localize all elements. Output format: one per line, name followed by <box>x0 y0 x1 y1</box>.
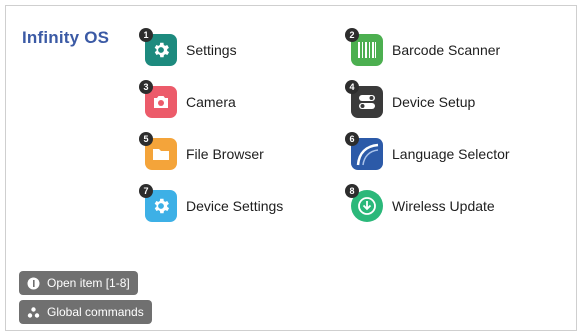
item-number-badge: 7 <box>139 184 153 198</box>
item-number-badge: 3 <box>139 80 153 94</box>
app-label: Wireless Update <box>392 198 495 214</box>
number-circle-icon <box>27 277 40 290</box>
brand-title: Infinity OS <box>22 28 110 47</box>
barcode-icon: 2 <box>345 28 383 66</box>
folder-icon: 5 <box>139 132 177 170</box>
app-item-file-browser[interactable]: 5 File Browser <box>137 132 343 176</box>
app-item-wireless-update[interactable]: 8 Wireless Update <box>343 184 549 228</box>
dots-cluster-icon <box>27 306 40 319</box>
app-label: Device Settings <box>186 198 284 214</box>
app-item-camera[interactable]: 3 Camera <box>137 80 343 124</box>
app-item-language-selector[interactable]: 6 Language Selector <box>343 132 549 176</box>
app-label: File Browser <box>186 146 264 162</box>
app-item-settings[interactable]: 1 Settings <box>137 28 343 72</box>
app-label: Language Selector <box>392 146 510 162</box>
item-number-badge: 1 <box>139 28 153 42</box>
app-label: Settings <box>186 42 237 58</box>
item-number-badge: 6 <box>345 132 359 146</box>
globe-arc-icon: 6 <box>345 132 383 170</box>
toggle-switch-icon: 4 <box>345 80 383 118</box>
app-item-device-setup[interactable]: 4 Device Setup <box>343 80 549 124</box>
open-item-label: Open item [1-8] <box>47 276 130 290</box>
camera-icon: 3 <box>139 80 177 118</box>
gear-icon: 7 <box>139 184 177 222</box>
item-number-badge: 2 <box>345 28 359 42</box>
item-number-badge: 8 <box>345 184 359 198</box>
item-number-badge: 4 <box>345 80 359 94</box>
item-number-badge: 5 <box>139 132 153 146</box>
global-commands-label: Global commands <box>47 305 144 319</box>
global-commands-button[interactable]: Global commands <box>19 300 152 324</box>
open-item-button[interactable]: Open item [1-8] <box>19 271 138 295</box>
app-label: Camera <box>186 94 236 110</box>
app-item-barcode-scanner[interactable]: 2 Barcode Scanner <box>343 28 549 72</box>
app-label: Device Setup <box>392 94 476 110</box>
app-label: Barcode Scanner <box>392 42 501 58</box>
download-circle-icon: 8 <box>345 184 383 222</box>
app-launcher-grid: 1 Settings 2 Barcode Scanner 3 Camera 4 … <box>137 28 549 236</box>
app-item-device-settings[interactable]: 7 Device Settings <box>137 184 343 228</box>
gear-icon: 1 <box>139 28 177 66</box>
